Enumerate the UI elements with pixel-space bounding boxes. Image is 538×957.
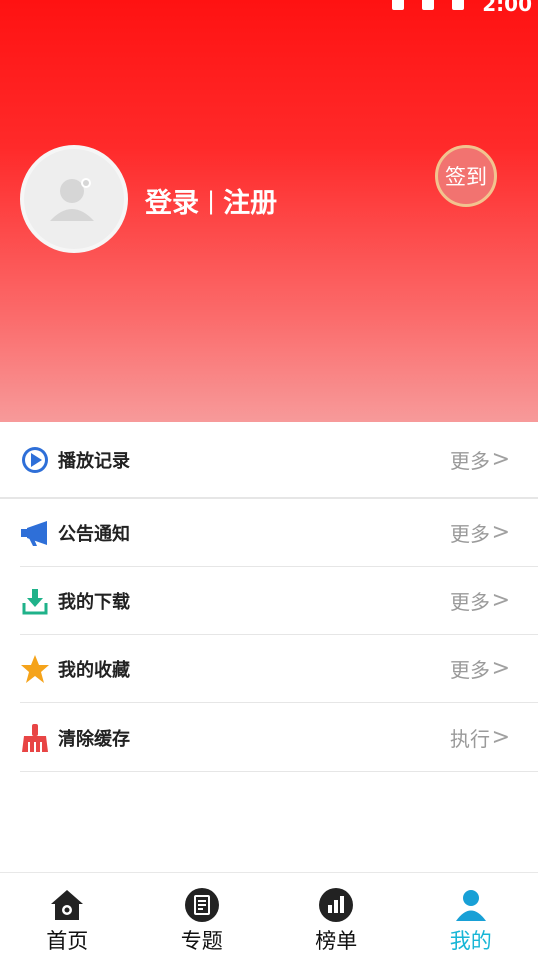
profile-header: 2:00 登录 | 注册 签到 xyxy=(0,0,538,422)
signin-button[interactable]: 签到 xyxy=(435,145,497,207)
menu-item-label: 我的收藏 xyxy=(58,656,130,682)
battery-icon xyxy=(452,0,464,10)
chevron-right-icon: > xyxy=(492,588,510,613)
login-register: 登录 | 注册 xyxy=(145,181,277,220)
star-icon xyxy=(20,654,50,684)
tab-topics[interactable]: 专题 xyxy=(135,873,270,957)
home-icon xyxy=(49,887,85,923)
more-link[interactable]: 更多 xyxy=(450,445,490,474)
default-avatar-icon xyxy=(44,169,104,229)
menu-item-label: 公告通知 xyxy=(58,520,130,546)
megaphone-icon xyxy=(20,518,50,548)
user-icon xyxy=(453,887,489,923)
menu-item-label: 我的下载 xyxy=(58,588,130,614)
chart-icon xyxy=(318,887,354,923)
tab-home[interactable]: 首页 xyxy=(0,873,135,957)
more-link[interactable]: 更多 xyxy=(450,518,490,547)
menu-item-label: 播放记录 xyxy=(58,447,130,473)
more-link[interactable]: 更多 xyxy=(450,654,490,683)
status-bar: 2:00 xyxy=(392,0,532,16)
notification-icon xyxy=(422,0,434,10)
tab-label: 榜单 xyxy=(315,925,357,955)
signal-icon xyxy=(392,0,404,10)
download-tray-icon xyxy=(20,586,50,616)
play-circle-icon xyxy=(20,445,50,475)
menu-item-downloads[interactable]: 我的下载 更多 > xyxy=(20,567,538,635)
more-link[interactable]: 更多 xyxy=(450,586,490,615)
register-link[interactable]: 注册 xyxy=(223,181,277,220)
chevron-right-icon: > xyxy=(492,725,510,750)
tab-rankings[interactable]: 榜单 xyxy=(269,873,404,957)
status-time: 2:00 xyxy=(482,0,532,16)
menu-item-announcements[interactable]: 公告通知 更多 > xyxy=(20,499,538,567)
menu-item-label: 清除缓存 xyxy=(58,725,130,751)
login-link[interactable]: 登录 xyxy=(145,181,199,220)
chevron-right-icon: > xyxy=(492,656,510,681)
menu-item-play-history[interactable]: 播放记录 更多 > xyxy=(0,422,538,499)
tab-label: 首页 xyxy=(46,925,88,955)
execute-link[interactable]: 执行 xyxy=(450,723,490,752)
broom-icon xyxy=(20,723,50,753)
topic-icon xyxy=(184,887,220,923)
chevron-right-icon: > xyxy=(492,520,510,545)
tab-label: 我的 xyxy=(450,925,492,955)
menu-item-favorites[interactable]: 我的收藏 更多 > xyxy=(20,635,538,703)
bottom-tab-bar: 首页 专题 榜单 我的 xyxy=(0,872,538,957)
chevron-right-icon: > xyxy=(492,447,510,472)
login-separator: | xyxy=(207,187,215,215)
avatar[interactable] xyxy=(20,145,128,253)
tab-mine[interactable]: 我的 xyxy=(404,873,538,957)
tab-label: 专题 xyxy=(181,925,223,955)
menu-item-clear-cache[interactable]: 清除缓存 执行 > xyxy=(20,704,538,772)
